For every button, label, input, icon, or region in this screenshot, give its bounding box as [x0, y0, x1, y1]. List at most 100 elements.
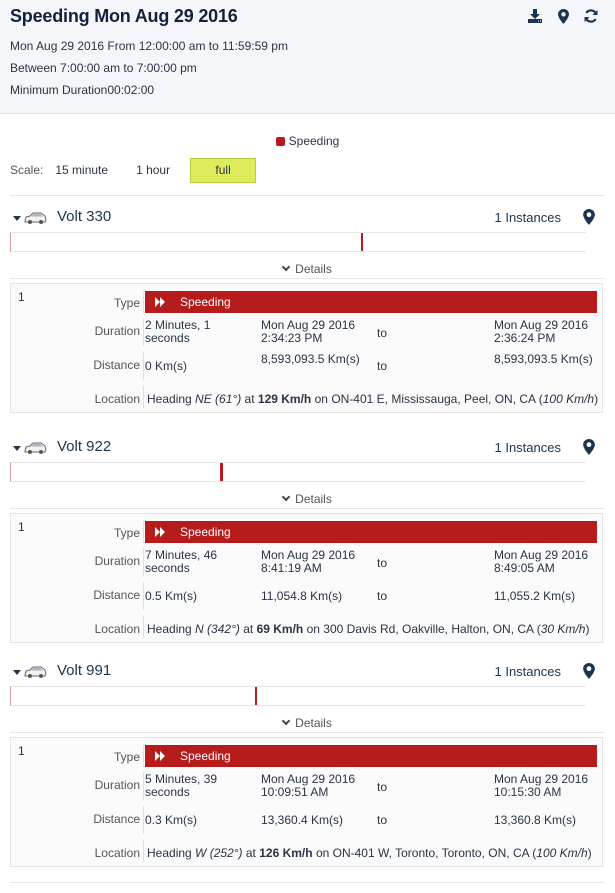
collapse-caret-icon[interactable]	[13, 446, 21, 451]
type-label: Type	[113, 750, 140, 764]
details-label: Details	[295, 716, 332, 730]
vehicle-name[interactable]: Volt 991	[57, 662, 111, 679]
timeline-event-mark[interactable]	[254, 687, 258, 705]
car-icon	[24, 212, 47, 224]
start-time: Mon Aug 29 2016 2:34:23 PM	[261, 318, 356, 345]
timeline-track	[10, 232, 586, 252]
divider	[143, 352, 144, 380]
odometer-end: 11,055.2 Km(s)	[494, 589, 576, 603]
map-pin-icon[interactable]	[555, 8, 571, 24]
divider	[10, 732, 605, 733]
to-label: to	[377, 589, 388, 603]
fast-forward-icon	[155, 751, 165, 761]
report-header: Speeding Mon Aug 29 2016 Mon Aug 29 2016…	[0, 0, 615, 114]
speed-limit-value: 30 Km/h	[540, 622, 586, 636]
heading-label: Heading	[147, 846, 192, 860]
heading-value: N (342°)	[195, 622, 240, 636]
timeline-event-mark[interactable]	[219, 463, 223, 481]
address-value: 300 Davis Rd, Oakville, Halton, ON, CA	[323, 622, 534, 636]
duration-label: Duration	[94, 778, 140, 792]
duration-value: 2 Minutes, 1 seconds	[145, 318, 211, 345]
timeline-event-mark[interactable]	[360, 233, 363, 251]
car-icon	[24, 666, 47, 678]
scale-option-15-minute[interactable]: 15 minute	[55, 163, 108, 177]
event-type-badge: Speeding	[145, 521, 597, 543]
event-type: Speeding	[180, 525, 231, 539]
map-pin-icon[interactable]	[583, 663, 595, 679]
location-value: Heading NE (61°) at 129 Km/h on ON-401 E…	[147, 392, 599, 406]
divider	[10, 882, 605, 883]
at-label: at	[245, 846, 256, 860]
minimum-duration: Minimum Duration00:02:00	[10, 83, 155, 97]
divider	[143, 521, 144, 543]
end-time: Mon Aug 29 2016 10:15:30 AM	[494, 772, 589, 799]
event-type: Speeding	[180, 749, 231, 763]
location-value: Heading N (342°) at 69 Km/h on 300 Davis…	[147, 622, 590, 636]
divider	[143, 772, 144, 800]
end-time: Mon Aug 29 2016 2:36:24 PM	[494, 318, 589, 345]
car-icon	[24, 442, 47, 454]
scale-selector: Scale: 15 minute 1 hour full	[10, 157, 257, 183]
vehicle-header[interactable]: Volt 330 1 Instances	[0, 206, 615, 232]
event-card: 1 Type Speeding Duration 7 Minutes, 46 s…	[10, 513, 603, 643]
divider	[143, 291, 144, 313]
divider	[143, 386, 144, 408]
heading-label: Heading	[147, 392, 192, 406]
divider	[143, 840, 144, 862]
divider	[143, 582, 144, 610]
divider	[143, 745, 144, 767]
address-value: ON-401 E, Mississauga, Peel, ON, CA	[331, 392, 536, 406]
instances-count: 1 Instances	[494, 440, 562, 455]
event-type-badge: Speeding	[145, 745, 597, 767]
map-pin-icon[interactable]	[583, 439, 595, 455]
odometer-start: 8,593,093.5 Km(s)	[261, 352, 360, 366]
vehicle-name[interactable]: Volt 922	[57, 438, 111, 455]
speed-value: 69 Km/h	[256, 622, 304, 636]
vehicle-name[interactable]: Volt 330	[57, 208, 111, 225]
map-pin-icon[interactable]	[583, 209, 595, 225]
vehicle-header[interactable]: Volt 991 1 Instances	[0, 660, 615, 686]
location-label: Location	[94, 846, 140, 860]
odometer-end: 8,593,093.5 Km(s)	[494, 352, 593, 366]
duration-value: 5 Minutes, 39 seconds	[145, 772, 218, 799]
fast-forward-icon	[155, 527, 165, 537]
on-label: on	[315, 846, 330, 860]
speed-limit-value: 100 Km/h	[536, 846, 588, 860]
instances-count: 1 Instances	[494, 210, 562, 225]
distance-value: 0.5 Km(s)	[145, 589, 198, 603]
speed-value: 126 Km/h	[259, 846, 313, 860]
vehicle-section: Volt 922 1 Instances Details 1 Type Spee…	[0, 436, 615, 643]
type-label: Type	[113, 526, 140, 540]
heading-value: W (252°)	[195, 846, 243, 860]
legend-label: Speeding	[288, 134, 340, 148]
divider	[10, 508, 605, 509]
distance-label: Distance	[93, 358, 140, 372]
vehicle-section: Volt 330 1 Instances Details 1 Type Spee…	[0, 206, 615, 413]
collapse-caret-icon[interactable]	[13, 216, 21, 221]
start-time: Mon Aug 29 2016 10:09:51 AM	[261, 772, 356, 799]
instances-count: 1 Instances	[494, 664, 562, 679]
time-window: Between 7:00:00 am to 7:00:00 pm	[10, 61, 197, 75]
vehicle-header[interactable]: Volt 922 1 Instances	[0, 436, 615, 462]
divider	[10, 195, 605, 196]
duration-value: 7 Minutes, 46 seconds	[145, 548, 218, 575]
refresh-icon[interactable]	[583, 8, 599, 24]
event-type: Speeding	[180, 295, 231, 309]
event-card: 1 Type Speeding Duration 5 Minutes, 39 s…	[10, 737, 603, 867]
location-label: Location	[94, 392, 140, 406]
to-label: to	[377, 556, 388, 570]
on-label: on	[306, 622, 320, 636]
divider	[143, 806, 144, 834]
event-index: 1	[18, 520, 25, 534]
date-range: Mon Aug 29 2016 From 12:00:00 am to 11:5…	[10, 39, 288, 53]
download-icon[interactable]	[527, 8, 543, 24]
vehicle-section: Volt 991 1 Instances Details 1 Type Spee…	[0, 660, 615, 867]
heading-label: Heading	[147, 622, 192, 636]
scale-option-full[interactable]: full	[190, 157, 257, 183]
event-index: 1	[18, 744, 25, 758]
to-label: to	[377, 780, 388, 794]
collapse-caret-icon[interactable]	[13, 670, 21, 675]
scale-label: Scale:	[10, 163, 44, 177]
heading-value: NE (61°)	[195, 392, 242, 406]
scale-option-1-hour[interactable]: 1 hour	[136, 163, 170, 177]
